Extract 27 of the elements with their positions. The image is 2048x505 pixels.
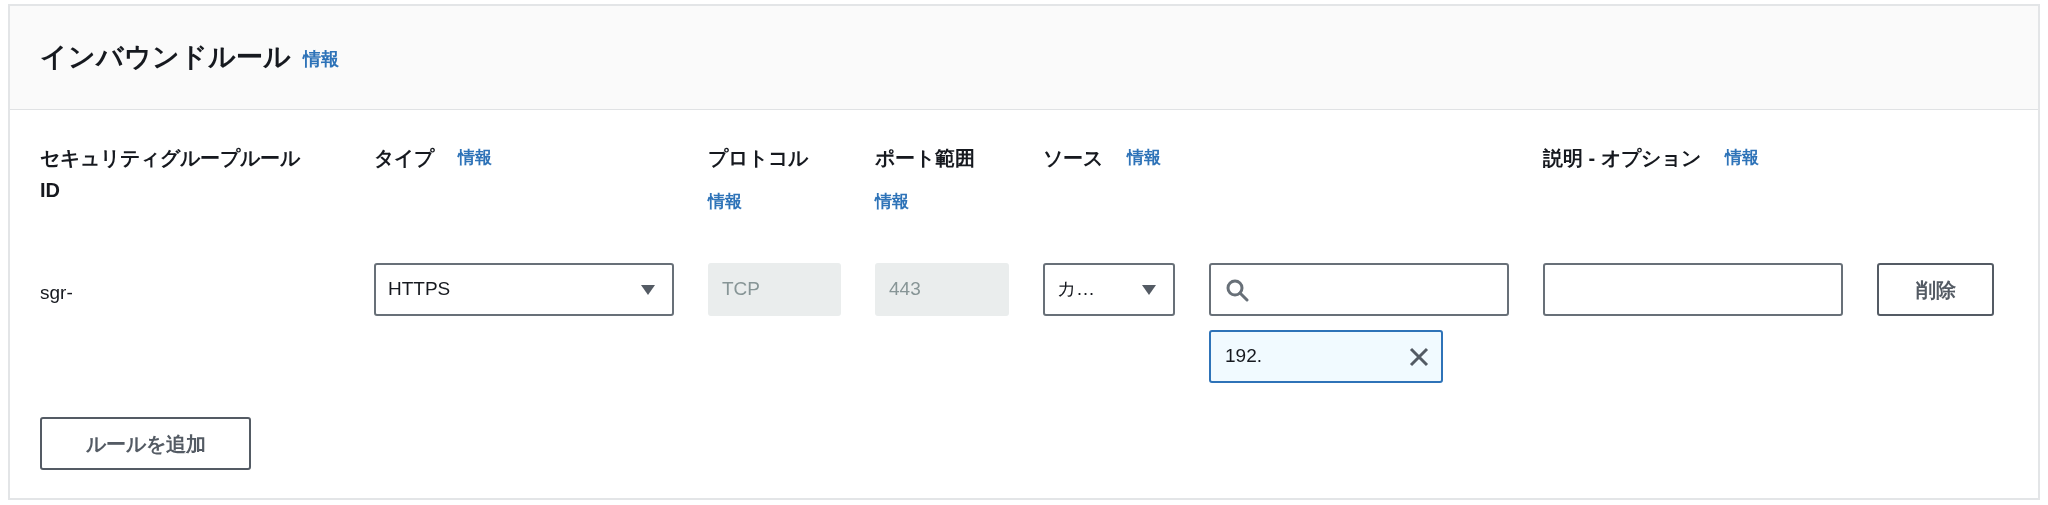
info-link[interactable]: 情報 bbox=[458, 142, 492, 174]
caret-down-icon bbox=[1141, 283, 1157, 296]
search-icon bbox=[1225, 277, 1249, 302]
section-title: インバウンドルール bbox=[40, 41, 291, 75]
info-link[interactable]: 情報 bbox=[303, 46, 339, 73]
info-link[interactable]: 情報 bbox=[708, 186, 742, 218]
column-header: セキュリティグループルール ID bbox=[40, 146, 300, 203]
search-field[interactable] bbox=[1209, 263, 1509, 316]
rule-id: sgr- bbox=[40, 281, 74, 305]
column-header: タイプ bbox=[374, 146, 434, 171]
description-field[interactable] bbox=[1543, 263, 1843, 316]
delete-button[interactable]: 削除 bbox=[1877, 263, 1994, 316]
readonly-field: TCP bbox=[708, 263, 841, 316]
select-dropdown[interactable]: HTTPS bbox=[374, 263, 674, 316]
add-rule-button[interactable]: ルールを追加 bbox=[40, 417, 251, 470]
filter-token: 192. bbox=[1209, 330, 1443, 383]
column-header: ソース bbox=[1043, 146, 1103, 171]
column-header: プロトコル bbox=[708, 146, 808, 171]
info-link[interactable]: 情報 bbox=[1724, 142, 1759, 174]
info-link[interactable]: 情報 bbox=[875, 186, 909, 218]
caret-down-icon bbox=[640, 283, 656, 296]
close-icon[interactable] bbox=[1409, 346, 1429, 367]
column-header: ポート範囲 bbox=[875, 146, 975, 171]
readonly-field: 443 bbox=[875, 263, 1009, 316]
info-link[interactable]: 情報 bbox=[1127, 142, 1161, 174]
select-dropdown[interactable]: カ… bbox=[1043, 263, 1175, 316]
column-header: 説明 - オプション bbox=[1543, 146, 1701, 171]
